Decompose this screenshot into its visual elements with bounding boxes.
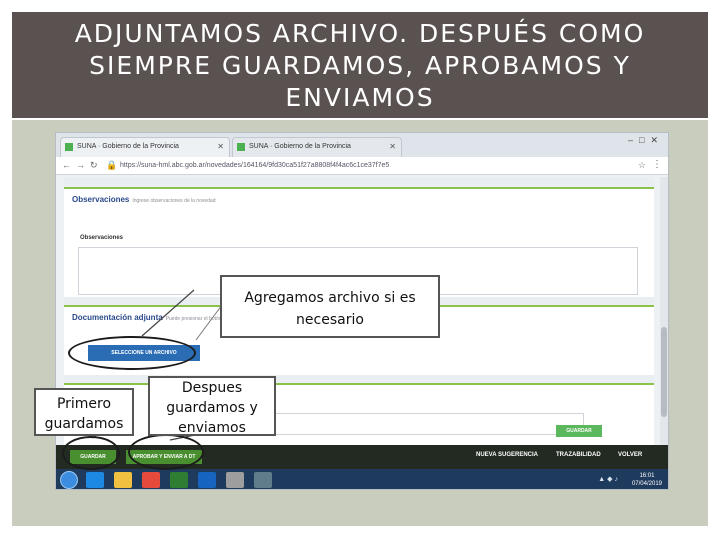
clock-time: 16:01 (639, 473, 655, 479)
clock-date: 07/04/2019 (631, 481, 662, 487)
spreadsheet-icon[interactable] (170, 472, 188, 488)
system-tray-icons[interactable]: ▲◆♪ (598, 475, 620, 483)
reload-icon[interactable]: ↻ (90, 160, 98, 171)
scrollbar[interactable] (660, 177, 668, 445)
chrome-icon[interactable] (142, 472, 160, 488)
word-icon[interactable] (198, 472, 216, 488)
close-icon[interactable]: ✕ (217, 142, 224, 151)
ie-icon[interactable] (86, 472, 104, 488)
volver-link[interactable]: VOLVER (618, 452, 642, 458)
window-controls[interactable]: –□✕ (628, 135, 664, 146)
browser-tab[interactable]: SUNA · Gobierno de la Provincia ✕ (60, 137, 230, 157)
forward-icon[interactable]: → (76, 160, 85, 170)
section-title-text: Observaciones (72, 195, 130, 204)
nueva-sugerencia-link[interactable]: NUEVA SUGERENCIA (476, 452, 538, 458)
browser-tabstrip: SUNA · Gobierno de la Provincia ✕ SUNA ·… (56, 133, 668, 157)
tab-label: SUNA · Gobierno de la Provincia (77, 143, 179, 150)
favicon-icon (237, 143, 245, 151)
section-title-text: Documentación adjunta (72, 313, 163, 322)
callout-primero: Primero guardamos (34, 388, 134, 436)
highlight-ellipse (68, 336, 196, 370)
folder-icon[interactable] (114, 472, 132, 488)
star-icon[interactable]: ☆ (638, 160, 646, 171)
favicon-icon (65, 143, 73, 151)
lock-icon: 🔒 (106, 160, 118, 170)
windows-taskbar: ▲◆♪ 16:01 07/04/2019 (56, 469, 668, 489)
taskbar-clock[interactable]: 16:01 07/04/2019 (632, 472, 662, 488)
highlight-ellipse (62, 436, 120, 470)
section-hint: Ingrese observaciones de la novedad (132, 198, 216, 204)
back-icon[interactable]: ← (62, 160, 71, 170)
slide: ADJUNTAMOS ARCHIVO. DESPUÉS COMO SIEMPRE… (0, 0, 720, 540)
guardar-inline-button[interactable]: GUARDAR (556, 425, 602, 437)
menu-icon[interactable]: ⋮ (652, 159, 662, 170)
slide-title: ADJUNTAMOS ARCHIVO. DESPUÉS COMO SIEMPRE… (74, 19, 646, 112)
highlight-ellipse (128, 434, 204, 470)
start-icon[interactable] (60, 471, 78, 489)
browser-tab[interactable]: SUNA · Gobierno de la Provincia ✕ (232, 137, 402, 157)
app-icon[interactable] (226, 472, 244, 488)
observaciones-title: Observaciones Ingrese observaciones de la… (72, 195, 216, 204)
observaciones-label: Observaciones (80, 235, 124, 241)
address-bar[interactable]: ← → ↻ 🔒 https://suna-hml.abc.gob.ar/nove… (56, 157, 668, 175)
tab-label: SUNA · Gobierno de la Provincia (249, 143, 351, 150)
callout-agregamos: Agregamos archivo si es necesario (220, 275, 440, 338)
close-icon[interactable]: ✕ (389, 142, 396, 151)
trazabilidad-link[interactable]: TRAZABILIDAD (556, 452, 601, 458)
url-field[interactable]: https://suna-hml.abc.gob.ar/novedades/16… (120, 160, 620, 172)
callout-despues: Despues guardamos y enviamos (148, 376, 276, 436)
app-icon[interactable] (254, 472, 272, 488)
scrollbar-thumb[interactable] (661, 327, 667, 417)
